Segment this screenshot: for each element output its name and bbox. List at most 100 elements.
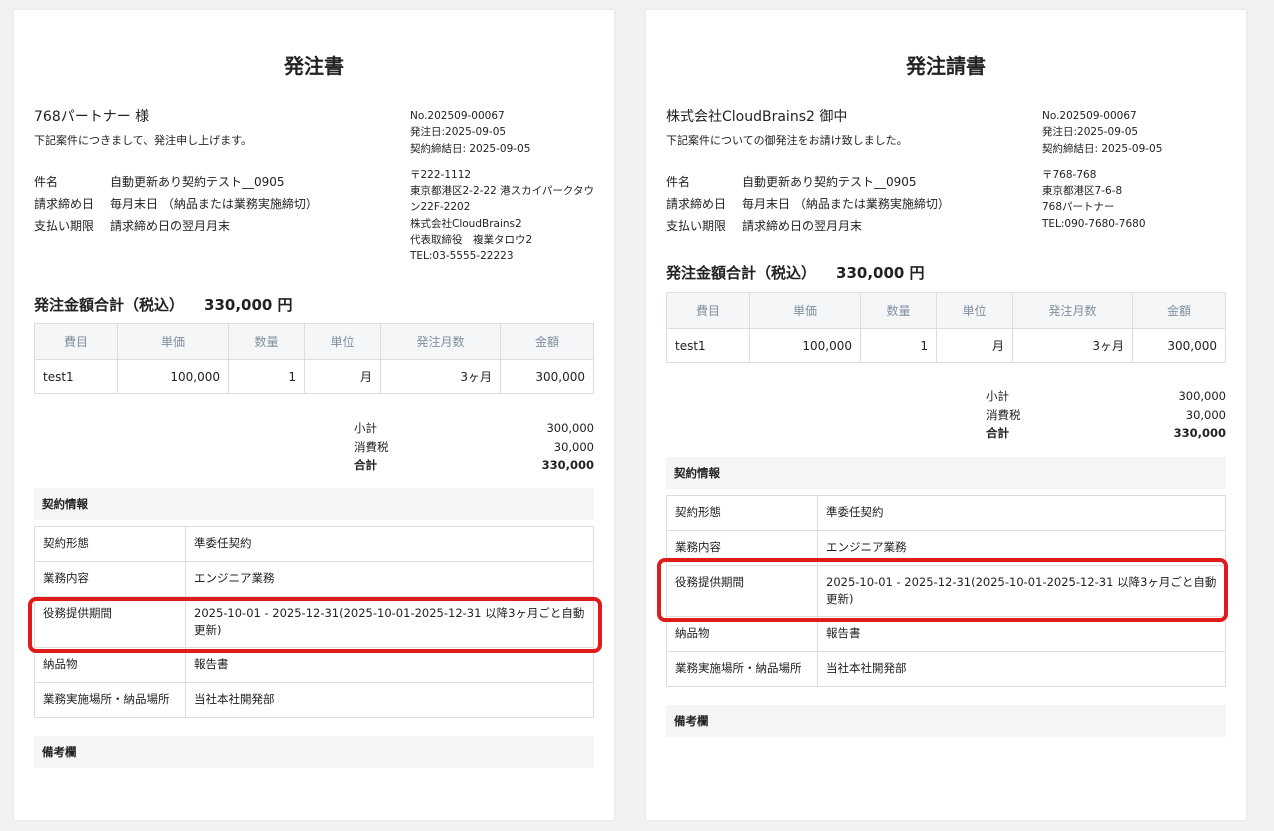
column-header: 単位 [936, 292, 1013, 329]
remarks-section-heading: 備考欄 [34, 736, 594, 768]
contract-key: 契約形態 [666, 495, 818, 531]
summary-key: 請求締め日 [666, 197, 727, 211]
telephone: TEL:03-5555-22223 [410, 250, 514, 263]
remarks-section-heading: 備考欄 [666, 705, 1226, 737]
summary-key: 件名 [666, 175, 691, 189]
subtotal-label: 小計 [354, 421, 377, 435]
tax-label: 消費税 [354, 439, 389, 454]
document-title: 発注書 [284, 54, 344, 78]
table-cell: 100,000 [749, 328, 861, 363]
order-date: 発注日:2025-09-05 [410, 126, 507, 139]
column-header: 金額 [500, 323, 594, 360]
table-header-row: 費目 単価 数量 単位 発注月数 金額 [666, 292, 1226, 329]
table-cell: 300,000 [1132, 328, 1226, 363]
grand-total-row: 合計 330,000 [986, 424, 1226, 443]
order-summary: 件名 自動更新あり契約テスト__0905 請求締め日 毎月末日 （納品または業務実施… [666, 171, 950, 237]
table-row: 業務実施場所・納品場所 当社本社開発部 [34, 682, 594, 718]
service-period-highlight-right [657, 558, 1228, 622]
document-number: No.202509-00067 [410, 110, 505, 122]
table-cell: 月 [936, 328, 1013, 363]
purchase-order-document: 発注書 768パートナー 様 下記案件につきまして、発注申し上げます。 No.2… [14, 10, 614, 820]
issuer-info: No.202509-00067 発注日:2025-09-05 契約締結日: 20… [410, 108, 600, 265]
contract-key: 業務実施場所・納品場所 [34, 682, 186, 718]
column-header: 金額 [1132, 292, 1226, 329]
total-label: 発注金額合計（税込） [666, 264, 817, 282]
table-cell: 月 [304, 359, 381, 394]
column-header: 単位 [304, 323, 381, 360]
contract-section-heading: 契約情報 [34, 488, 594, 520]
document-number: No.202509-00067 [1042, 110, 1137, 122]
tax-row: 消費税 30,000 [986, 406, 1226, 425]
table-row: 契約形態 準委任契約 [34, 526, 594, 562]
grand-total-row: 合計 330,000 [354, 456, 594, 475]
column-header: 発注月数 [1012, 292, 1133, 329]
grand-total-label: 合計 [354, 458, 377, 472]
greeting-text: 下記案件につきまして、発注申し上げます。 [34, 134, 253, 147]
table-cell: 1 [228, 359, 305, 394]
service-period-highlight-left [28, 597, 602, 653]
table-row: 業務内容 エンジニア業務 [34, 561, 594, 597]
summary-row: 支払い期限 請求締め日の翌月月末 [34, 215, 318, 237]
table-cell: 100,000 [117, 359, 229, 394]
summary-value: 毎月末日 （納品または業務実施締切） [110, 197, 318, 211]
total-amount-heading: 発注金額合計（税込） 330,000 円 [666, 262, 925, 283]
column-header: 発注月数 [380, 323, 501, 360]
subtotal-row: 小計 300,000 [354, 419, 594, 438]
order-date: 発注日:2025-09-05 [1042, 126, 1139, 139]
address: 東京都港区7-6-8 [1042, 185, 1123, 198]
contract-key: 業務実施場所・納品場所 [666, 651, 818, 687]
summary-key: 支払い期限 [34, 219, 95, 233]
contract-value: エンジニア業務 [185, 561, 594, 597]
column-header: 数量 [860, 292, 937, 329]
summary-row: 件名 自動更新あり契約テスト__0905 [34, 171, 318, 193]
tax-label: 消費税 [986, 407, 1021, 422]
summary-value: 自動更新あり契約テスト__0905 [742, 175, 917, 189]
total-amount: 330,000 円 [836, 264, 925, 282]
subtotal-value: 300,000 [546, 421, 594, 435]
total-amount: 330,000 円 [204, 296, 293, 314]
subtotal-label: 小計 [986, 389, 1009, 403]
table-row: test1 100,000 1 月 3ヶ月 300,000 [666, 328, 1226, 363]
total-label: 発注金額合計（税込） [34, 296, 185, 314]
representative: 代表取締役 複業タロウ2 [410, 234, 533, 247]
issuer-info: No.202509-00067 発注日:2025-09-05 契約締結日: 20… [1042, 108, 1232, 232]
summary-row: 請求締め日 毎月末日 （納品または業務実施締切） [666, 193, 950, 215]
contract-key: 業務内容 [34, 561, 186, 597]
table-cell: 300,000 [500, 359, 594, 394]
telephone: TEL:090-7680-7680 [1042, 217, 1146, 230]
totals-summary: 小計 300,000 消費税 30,000 合計 330,000 [354, 419, 594, 475]
addressee: 株式会社CloudBrains2 御中 [666, 109, 848, 125]
contract-value: 当社本社開発部 [817, 651, 1226, 687]
grand-total-value: 330,000 [1173, 426, 1226, 440]
table-cell: 3ヶ月 [380, 359, 501, 394]
tax-value: 30,000 [553, 439, 594, 454]
summary-key: 件名 [34, 175, 59, 189]
total-amount-heading: 発注金額合計（税込） 330,000 円 [34, 294, 293, 315]
addressee: 768パートナー 様 [34, 109, 150, 125]
table-cell: 3ヶ月 [1012, 328, 1133, 363]
postal-code: 〒768-768 [1042, 168, 1097, 181]
table-row: 業務実施場所・納品場所 当社本社開発部 [666, 651, 1226, 687]
company-name: 768パートナー [1042, 201, 1115, 214]
contract-value: 準委任契約 [185, 526, 594, 562]
table-cell: test1 [666, 328, 750, 363]
tax-value: 30,000 [1185, 407, 1226, 422]
order-summary: 件名 自動更新あり契約テスト__0905 請求締め日 毎月末日 （納品または業務実施… [34, 171, 318, 237]
summary-value: 自動更新あり契約テスト__0905 [110, 175, 285, 189]
postal-code: 〒222-1112 [410, 168, 472, 181]
summary-row: 件名 自動更新あり契約テスト__0905 [666, 171, 950, 193]
contract-section-heading: 契約情報 [666, 457, 1226, 489]
tax-row: 消費税 30,000 [354, 438, 594, 457]
document-title: 発注請書 [906, 54, 986, 78]
column-header: 費目 [34, 323, 118, 360]
summary-key: 支払い期限 [666, 219, 727, 233]
greeting-text: 下記案件についての御発注をお請け致しました。 [666, 134, 908, 147]
summary-row: 支払い期限 請求締め日の翌月月末 [666, 215, 950, 237]
contract-date: 契約締結日: 2025-09-05 [1042, 142, 1163, 155]
summary-key: 請求締め日 [34, 197, 95, 211]
table-row: test1 100,000 1 月 3ヶ月 300,000 [34, 359, 594, 394]
column-header: 数量 [228, 323, 305, 360]
summary-row: 請求締め日 毎月末日 （納品または業務実施締切） [34, 193, 318, 215]
address: 東京都港区2-2-22 港スカイパークタウン22F-2202 [410, 185, 595, 214]
contract-key: 契約形態 [34, 526, 186, 562]
